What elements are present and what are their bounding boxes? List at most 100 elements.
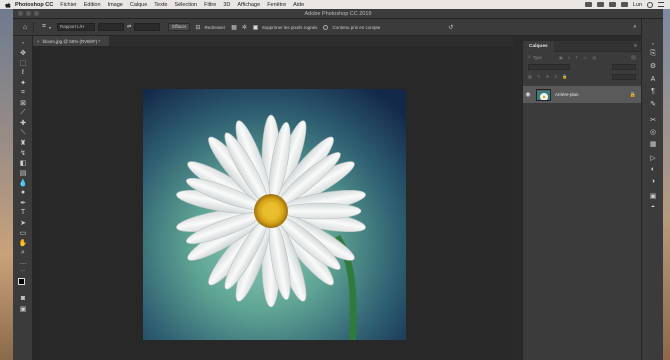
opacity-field[interactable]: [612, 64, 636, 70]
daisy-image[interactable]: [143, 89, 406, 340]
path-selection-tool-icon[interactable]: ➤: [18, 218, 28, 227]
eyedropper-tool-icon[interactable]: ⟋: [18, 108, 28, 117]
clear-button[interactable]: Effacer: [168, 23, 191, 31]
foreground-color-swatch[interactable]: [18, 278, 25, 285]
menu-edition[interactable]: Edition: [84, 2, 101, 8]
battery-icon[interactable]: [620, 2, 628, 7]
minimize-window-button[interactable]: [26, 11, 31, 16]
menu-calque[interactable]: Calque: [130, 2, 147, 8]
settings-gear-icon[interactable]: ✲: [242, 24, 247, 31]
color-panel-icon[interactable]: ◑: [647, 177, 659, 186]
swap-icon[interactable]: ⇄: [127, 24, 131, 30]
healing-brush-tool-icon[interactable]: ✚: [18, 118, 28, 127]
swatches-panel-icon[interactable]: ▦: [647, 139, 659, 148]
type-tool-icon[interactable]: T: [18, 208, 28, 217]
menu-fichier[interactable]: Fichier: [60, 2, 77, 8]
panel-menu-icon[interactable]: ≡: [634, 43, 637, 49]
blend-mode-select[interactable]: [528, 64, 570, 70]
close-window-button[interactable]: [18, 11, 23, 16]
lock-icon[interactable]: 🔒: [630, 92, 636, 98]
marquee-tool-icon[interactable]: ⬚: [18, 58, 28, 67]
layer-filter-icons[interactable]: ▣ ◐ T ▭ ▤: [559, 55, 598, 60]
move-tool-icon[interactable]: ✥: [18, 48, 28, 57]
crop-tool-icon[interactable]: ⌗: [18, 88, 28, 97]
eraser-tool-icon[interactable]: ◧: [18, 158, 28, 167]
brush-tool-icon[interactable]: ⟍: [18, 128, 28, 137]
search-icon[interactable]: ⌕: [633, 24, 636, 31]
rectangle-tool-icon[interactable]: ▭: [18, 228, 28, 237]
clone-stamp-tool-icon[interactable]: ♜: [18, 138, 28, 147]
layer-kind-select[interactable]: Type: [533, 55, 555, 60]
properties-panel-icon[interactable]: ⚙: [647, 61, 659, 70]
lasso-tool-icon[interactable]: ℓ: [18, 68, 28, 77]
menu-3d[interactable]: 3D: [223, 2, 230, 8]
canvas-area[interactable]: [33, 46, 513, 360]
delete-cropped-label[interactable]: Supprimer les pixels rognés: [262, 25, 318, 30]
menu-image[interactable]: Image: [108, 2, 123, 8]
channels-panel-icon[interactable]: ◎: [647, 127, 659, 136]
height-field[interactable]: [134, 23, 161, 31]
straighten-icon[interactable]: ⊟: [195, 24, 200, 31]
brushes-panel-icon[interactable]: ✂: [647, 115, 659, 124]
panel-collapse-icon[interactable]: «: [647, 39, 659, 48]
apple-icon[interactable]: [5, 2, 11, 8]
search-icon[interactable]: [647, 1, 653, 8]
menu-fenetre[interactable]: Fenêtre: [267, 2, 286, 8]
gradient-tool-icon[interactable]: ▤: [18, 168, 28, 177]
menu-filtre[interactable]: Filtre: [204, 2, 216, 8]
tools-collapse-icon[interactable]: »: [18, 38, 28, 47]
history-panel-icon[interactable]: ⎘: [647, 49, 659, 58]
volume-icon[interactable]: [608, 2, 616, 7]
layer-filter-toggle-icon[interactable]: [631, 54, 636, 60]
layer-row[interactable]: ◉ Arrière-plan 🔒: [523, 86, 642, 103]
history-brush-tool-icon[interactable]: ↯: [18, 148, 28, 157]
layer-thumbnail[interactable]: [536, 88, 551, 101]
edit-toolbar-icon[interactable]: ⋯: [18, 266, 28, 275]
paragraph-panel-icon[interactable]: ¶: [647, 87, 659, 96]
crop-preset-chevron-icon[interactable]: ▾: [49, 25, 51, 30]
menu-aide[interactable]: Aide: [293, 2, 304, 8]
adjustments-panel-icon[interactable]: ◐: [647, 165, 659, 174]
cast-icon[interactable]: [584, 2, 592, 7]
styles-panel-icon[interactable]: ▣: [647, 191, 659, 200]
dodge-tool-icon[interactable]: ●: [18, 188, 28, 197]
layer-name[interactable]: Arrière-plan: [555, 92, 579, 97]
character-panel-icon[interactable]: A: [647, 75, 659, 84]
info-panel-icon[interactable]: ◓: [647, 203, 659, 212]
wifi-icon[interactable]: [596, 2, 604, 7]
menu-selection[interactable]: Sélection: [174, 2, 197, 8]
content-aware-checkbox[interactable]: [323, 24, 329, 30]
hand-tool-icon[interactable]: ✋: [18, 238, 28, 247]
straighten-label[interactable]: Redresser: [204, 25, 225, 30]
layers-tab[interactable]: Calques: [523, 40, 554, 52]
reset-icon[interactable]: ↺: [448, 24, 453, 31]
content-aware-label[interactable]: Contenu pris en compte: [332, 25, 380, 30]
menu-list-icon[interactable]: [658, 2, 664, 7]
frame-tool-icon[interactable]: ⊠: [18, 98, 28, 107]
crop-tool-icon[interactable]: ⌗: [40, 23, 48, 31]
menu-texte[interactable]: Texte: [154, 2, 167, 8]
pen-tool-icon[interactable]: ✒: [18, 198, 28, 207]
close-tab-icon[interactable]: ×: [37, 39, 40, 44]
screen-mode-icon[interactable]: ▣: [18, 304, 28, 313]
fill-field[interactable]: [612, 74, 636, 80]
tool-presets-icon[interactable]: ✎: [647, 99, 659, 108]
layer-visibility-eye-icon[interactable]: ◉: [523, 91, 533, 98]
magic-wand-tool-icon[interactable]: ✦: [18, 78, 28, 87]
layer-filter-search-icon[interactable]: ⌕: [528, 54, 531, 60]
document-tab[interactable]: × bloom.jpg @ 50% (RVB/8*) *: [33, 36, 109, 46]
zoom-tool-icon[interactable]: ⌕: [18, 248, 28, 257]
quick-mask-icon[interactable]: ◙: [18, 294, 28, 303]
lock-options-icons[interactable]: ▦ ✎ ✥ ⌗ 🔒: [528, 74, 569, 80]
menu-affichage[interactable]: Affichage: [237, 2, 260, 8]
zoom-window-button[interactable]: [34, 11, 39, 16]
width-field[interactable]: [98, 23, 125, 31]
blur-tool-icon[interactable]: 💧: [18, 178, 28, 187]
ratio-select[interactable]: Rapport L/H: [57, 23, 96, 31]
menubar-clock[interactable]: Lun: [633, 2, 642, 8]
delete-cropped-checkbox[interactable]: [252, 24, 258, 30]
actions-panel-icon[interactable]: ▷: [647, 153, 659, 162]
home-icon[interactable]: ⌂: [21, 23, 29, 31]
menu-app-name[interactable]: Photoshop CC: [15, 2, 53, 8]
overlay-grid-icon[interactable]: ▦: [231, 24, 237, 31]
